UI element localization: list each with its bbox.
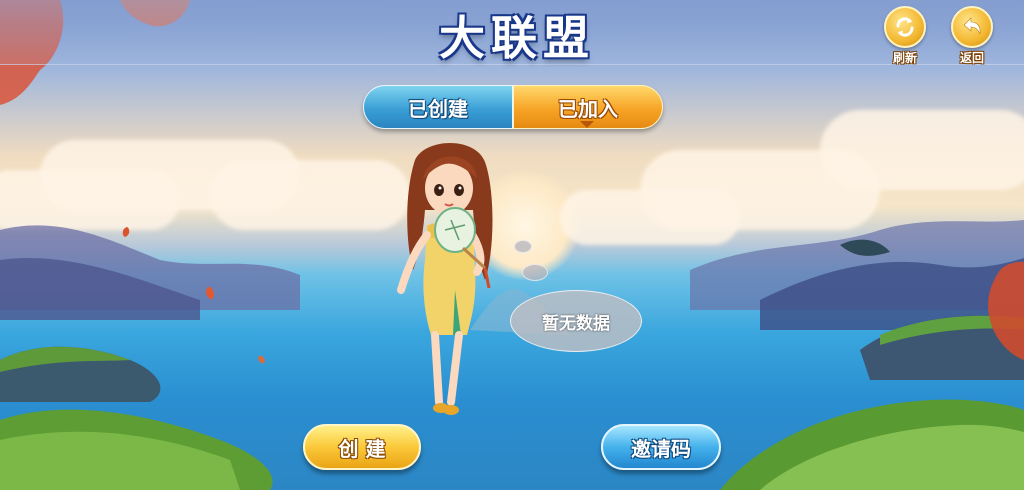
back-label: 返回: [959, 51, 984, 65]
page-title: 大联盟: [439, 11, 595, 65]
refresh-button[interactable]: 刷新: [881, 6, 929, 66]
background-scene: [0, 0, 1024, 490]
mountains: [0, 0, 1024, 490]
empty-state-bubble: 暂无数据: [510, 290, 642, 352]
tab-bar: 已创建 已加入: [363, 85, 663, 129]
hostess-character: [397, 143, 493, 415]
back-arrow-icon: [951, 6, 993, 48]
back-button[interactable]: 返回: [948, 6, 996, 66]
create-button[interactable]: 创 建: [303, 424, 421, 470]
empty-state-message: 暂无数据: [542, 313, 610, 334]
invite-code-button[interactable]: 邀请码: [601, 424, 721, 470]
tab-selected-indicator: [580, 121, 594, 128]
refresh-label: 刷新: [892, 51, 917, 65]
refresh-icon: [884, 6, 926, 48]
thought-bubble-dot: [522, 264, 548, 281]
tab-created[interactable]: 已创建: [363, 85, 513, 129]
thought-bubble-dot: [514, 240, 532, 253]
